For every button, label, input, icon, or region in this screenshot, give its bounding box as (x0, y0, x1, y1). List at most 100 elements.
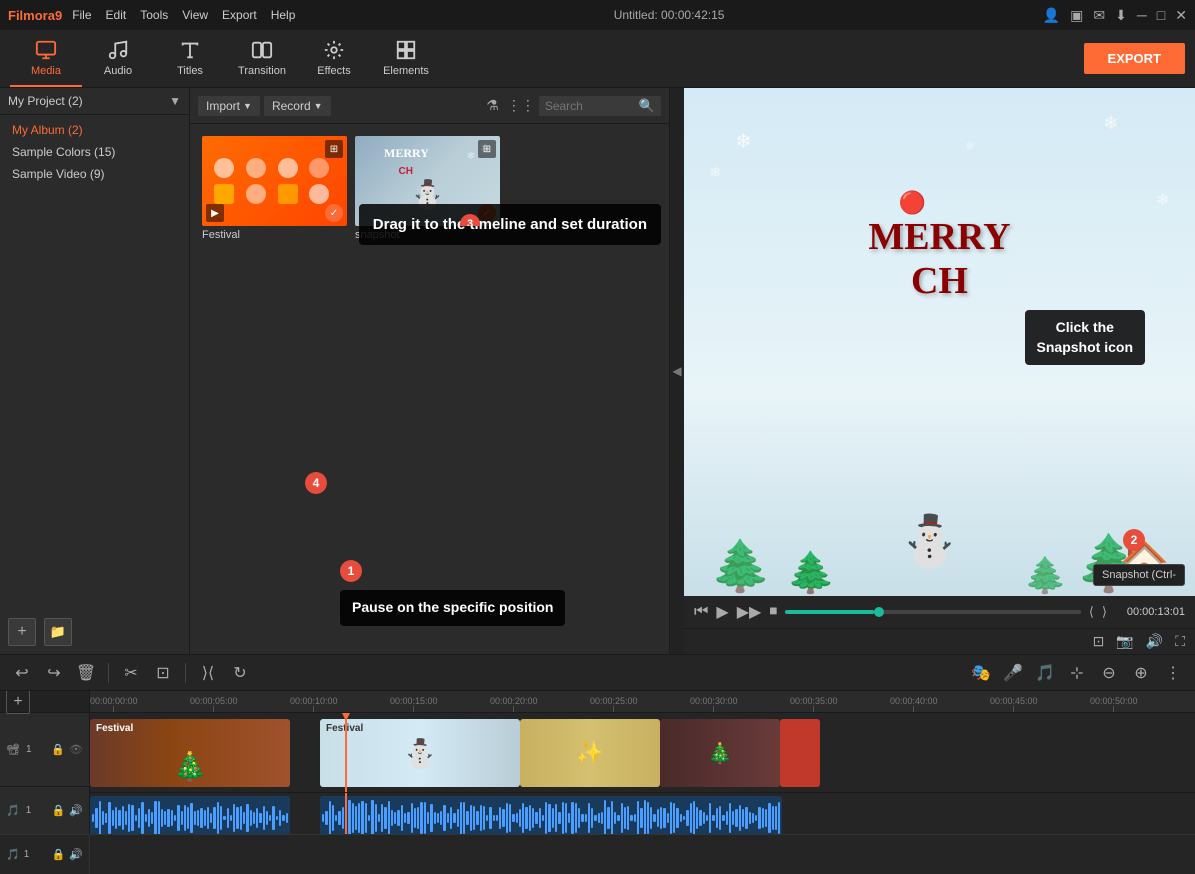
drag-tooltip-text: Drag it to the timeline and set duration (373, 216, 647, 233)
add-media-button[interactable]: + (8, 618, 36, 646)
progress-bar[interactable] (785, 610, 1081, 614)
mail-icon[interactable]: ✉ (1093, 7, 1105, 24)
audio-button[interactable]: 🎵 (1033, 661, 1057, 685)
bottom-lock-icon[interactable]: 🔒 (52, 848, 66, 861)
menu-export[interactable]: Export (222, 8, 257, 22)
search-input[interactable] (545, 99, 635, 113)
cut-button[interactable]: ✂ (119, 661, 143, 685)
bottom-music-icon: 🎵 (6, 848, 20, 861)
close-icon[interactable]: ✕ (1175, 7, 1187, 24)
next-frame-button[interactable]: ▶▶ (737, 602, 762, 622)
menu-help[interactable]: Help (271, 8, 296, 22)
play-button[interactable]: ▶ (716, 602, 728, 622)
mic-button[interactable]: 🎤 (1001, 661, 1025, 685)
volume-button[interactable]: 🔊 (1146, 633, 1163, 650)
tick-10: 00:00:10:00 (290, 696, 338, 712)
toolbar-elements[interactable]: Elements (370, 31, 442, 87)
media-content: ⊞ ✓ ▶ Festival ⛄ MERRY CH ❄ ❄ ⊞ ✓ (190, 124, 669, 654)
redo-button[interactable]: ↪ (42, 661, 66, 685)
out-point-icon: ⟩ (1102, 604, 1107, 620)
snap-button[interactable]: ⊹ (1065, 661, 1089, 685)
sample-colors-item[interactable]: Sample Colors (15) (0, 141, 189, 163)
import-arrow-icon: ▼ (243, 101, 252, 111)
project-title: My Project (2) (8, 94, 83, 108)
tick-20: 00:00:20:00 (490, 696, 538, 712)
bottom-volume-icon[interactable]: 🔊 (69, 848, 83, 861)
minimize-icon[interactable]: ─ (1137, 7, 1147, 23)
filter-icon[interactable]: ⚗ (486, 97, 499, 114)
undo-button[interactable]: ↩ (10, 661, 34, 685)
search-box[interactable]: 🔍 (539, 96, 661, 116)
bottom-track-text: 1 (24, 849, 30, 860)
export-button[interactable]: EXPORT (1084, 43, 1185, 74)
toolbar-effects[interactable]: Effects (298, 31, 370, 87)
split-button[interactable]: ⟩⟨ (196, 661, 220, 685)
timeline-ruler: 00:00:00:00 00:00:05:00 00:00:10:00 00:0… (90, 691, 1195, 713)
snapshot-tooltip: Snapshot (Ctrl- (1093, 564, 1185, 586)
fullscreen-button[interactable]: ⛶ (1175, 633, 1185, 650)
menu-view[interactable]: View (182, 8, 208, 22)
preview-controls: ⏮ ▶ ▶▶ ⏹ ⟨ ⟩ 00:00:13:01 (684, 596, 1195, 628)
zoom-in-button[interactable]: ⊕ (1129, 661, 1153, 685)
toolbar-transition-label: Transition (238, 65, 286, 77)
toolbar-elements-label: Elements (383, 65, 429, 77)
audio-clip-1[interactable] (90, 796, 290, 834)
crop-tl-button[interactable]: ⊡ (151, 661, 175, 685)
project-items: My Album (2) Sample Colors (15) Sample V… (0, 115, 189, 189)
download-icon[interactable]: ⬇ (1115, 7, 1127, 24)
add-track-button[interactable]: + (6, 691, 30, 714)
import-label: Import (206, 99, 240, 113)
annotation-2-badge: 2 (1123, 529, 1145, 551)
video-playhead (345, 713, 347, 792)
media-item-festival[interactable]: ⊞ ✓ ▶ Festival (202, 136, 347, 241)
grid-icon[interactable]: ⋮⋮ (507, 97, 535, 114)
record-button[interactable]: Record ▼ (264, 96, 331, 116)
layout-icon[interactable]: ▣ (1070, 7, 1083, 24)
album-item[interactable]: My Album (2) (0, 119, 189, 141)
folder-button[interactable]: 📁 (44, 618, 72, 646)
snapshot-button[interactable]: 📷 (1116, 633, 1133, 650)
maximize-icon[interactable]: □ (1157, 7, 1165, 23)
audio-volume-icon[interactable]: 🔊 (69, 804, 83, 817)
menu-tools[interactable]: Tools (140, 8, 168, 22)
sample-video-item[interactable]: Sample Video (9) (0, 163, 189, 185)
rotate-button[interactable]: ↻ (228, 661, 252, 685)
zoom-out-button[interactable]: ⊖ (1097, 661, 1121, 685)
toolbar-separator (108, 663, 109, 683)
video-track-number: 1 (26, 744, 32, 755)
media-panel: Import ▼ Record ▼ ⚗ ⋮⋮ 🔍 (190, 88, 670, 654)
video-clip-3[interactable]: ✨ (520, 719, 660, 787)
lock-icon[interactable]: 🔒 (51, 743, 65, 756)
toolbar-audio[interactable]: Audio (82, 31, 154, 87)
toolbar-titles[interactable]: Titles (154, 31, 226, 87)
audio-track-label: 🎵 1 🔒 🔊 (0, 787, 89, 834)
media-view-icons: ⚗ ⋮⋮ (486, 97, 535, 114)
drag-tooltip: Drag it to the timeline and set duration (359, 204, 661, 245)
menu-edit[interactable]: Edit (106, 8, 127, 22)
stop-button[interactable]: ⏹ (769, 603, 777, 621)
video-clip-5[interactable] (780, 719, 820, 787)
video-clip-2[interactable]: Festival ⛄ (320, 719, 520, 787)
toolbar-effects-label: Effects (317, 65, 350, 77)
audio-clip-2[interactable] (320, 796, 782, 834)
eye-icon[interactable]: 👁 (69, 743, 83, 756)
crop-button[interactable]: ⊡ (1093, 633, 1105, 650)
collapse-arrow-icon[interactable]: ▼ (169, 94, 181, 108)
motion-button[interactable]: 🎭 (969, 661, 993, 685)
fullscreen-tl-button[interactable]: ⋮ (1161, 661, 1185, 685)
in-point-icon: ⟨ (1089, 604, 1094, 620)
video-clip-4[interactable]: 🎄 (660, 719, 780, 787)
menu-file[interactable]: File (72, 8, 91, 22)
bottom-track-label: 🎵 1 🔒 🔊 (0, 835, 90, 874)
import-button[interactable]: Import ▼ (198, 96, 260, 116)
delete-button[interactable]: 🗑 (74, 661, 98, 685)
toolbar-media[interactable]: Media (10, 31, 82, 87)
toolbar-titles-label: Titles (177, 65, 203, 77)
audio-lock-icon[interactable]: 🔒 (52, 804, 66, 817)
timeline: ↩ ↪ 🗑 ✂ ⊡ ⟩⟨ ↻ 🎭 🎤 🎵 ⊹ ⊖ ⊕ ⋮ + 📽 1 (0, 654, 1195, 874)
panel-collapse-button[interactable]: ◀ (670, 88, 684, 654)
toolbar-transition[interactable]: Transition (226, 31, 298, 87)
prev-frame-button[interactable]: ⏮ (694, 603, 708, 621)
video-clip-1[interactable]: Festival 🎄 (90, 719, 290, 787)
account-icon[interactable]: 👤 (1043, 7, 1060, 24)
